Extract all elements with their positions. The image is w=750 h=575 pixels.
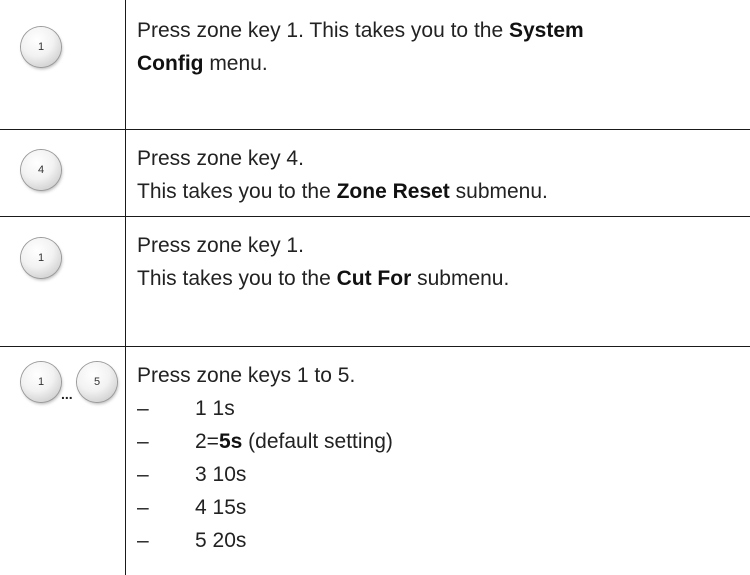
key-cell: 1 (0, 217, 125, 346)
step-text-plain: This takes you to the (137, 267, 337, 290)
option-item: – 1 1s (137, 392, 737, 425)
zone-key-5-icon: 5 (77, 362, 117, 402)
default-value: 5s (218, 430, 243, 453)
table-row: 1 Press zone key 1. This takes you to th… (0, 0, 750, 130)
zone-key-label: 1 (37, 252, 45, 264)
step-text-plain: submenu. (449, 180, 548, 203)
submenu-name: Cut For (336, 267, 412, 290)
step-text-plain: submenu. (411, 267, 510, 290)
bullet-dash: – (137, 529, 149, 552)
instruction-table: 1 Press zone key 1. This takes you to th… (0, 0, 750, 575)
option-item: – 2=5s (default setting) (137, 425, 737, 458)
zone-key-1-icon: 1 (21, 362, 61, 402)
zone-key-label: 1 (37, 376, 45, 388)
step-text: Press zone keys 1 to 5. – 1 1s – 2=5s (d… (137, 359, 737, 557)
step-text-plain: Press zone key 1. This takes you to the (137, 19, 509, 42)
menu-name: System (508, 19, 584, 42)
key-cell: 1 (0, 0, 125, 129)
option-item: – 4 15s (137, 491, 737, 524)
table-row: 4 Press zone key 4. This takes you to th… (0, 130, 750, 217)
option-text: 1 1s (195, 397, 235, 420)
option-text: (default setting) (242, 430, 393, 453)
step-line: Press zone key 1. (137, 234, 304, 257)
step-line: Press zone keys 1 to 5. (137, 364, 356, 387)
zone-key-label: 1 (37, 41, 45, 53)
range-ellipsis: ... (61, 386, 73, 402)
option-text: 4 15s (195, 496, 247, 519)
zone-key-label: 5 (93, 376, 101, 388)
step-text: Press zone key 1. This takes you to the … (137, 229, 737, 295)
option-item: – 5 20s (137, 524, 737, 557)
zone-key-1-icon: 1 (21, 27, 61, 67)
option-text: 5 20s (195, 529, 247, 552)
bullet-dash: – (137, 397, 149, 420)
table-row: 1 Press zone key 1. This takes you to th… (0, 217, 750, 347)
bullet-dash: – (137, 463, 149, 486)
zone-key-4-icon: 4 (21, 150, 61, 190)
step-text-plain: menu. (203, 52, 268, 75)
step-line: Press zone key 4. (137, 147, 304, 170)
step-text: Press zone key 4. This takes you to the … (137, 142, 737, 208)
option-text: 2= (195, 430, 219, 453)
bullet-dash: – (137, 430, 149, 453)
key-cell: 1 ... 5 (0, 347, 125, 575)
menu-name: Config (137, 52, 204, 75)
option-text: 3 10s (195, 463, 247, 486)
step-text-plain: This takes you to the (137, 180, 337, 203)
zone-key-1-icon: 1 (21, 238, 61, 278)
key-cell: 4 (0, 130, 125, 216)
zone-key-label: 4 (37, 164, 45, 176)
bullet-dash: – (137, 496, 149, 519)
option-item: – 3 10s (137, 458, 737, 491)
step-text: Press zone key 1. This takes you to the … (137, 14, 737, 80)
table-row: 1 ... 5 Press zone keys 1 to 5. – 1 1s –… (0, 347, 750, 575)
submenu-name: Zone Reset (336, 180, 450, 203)
